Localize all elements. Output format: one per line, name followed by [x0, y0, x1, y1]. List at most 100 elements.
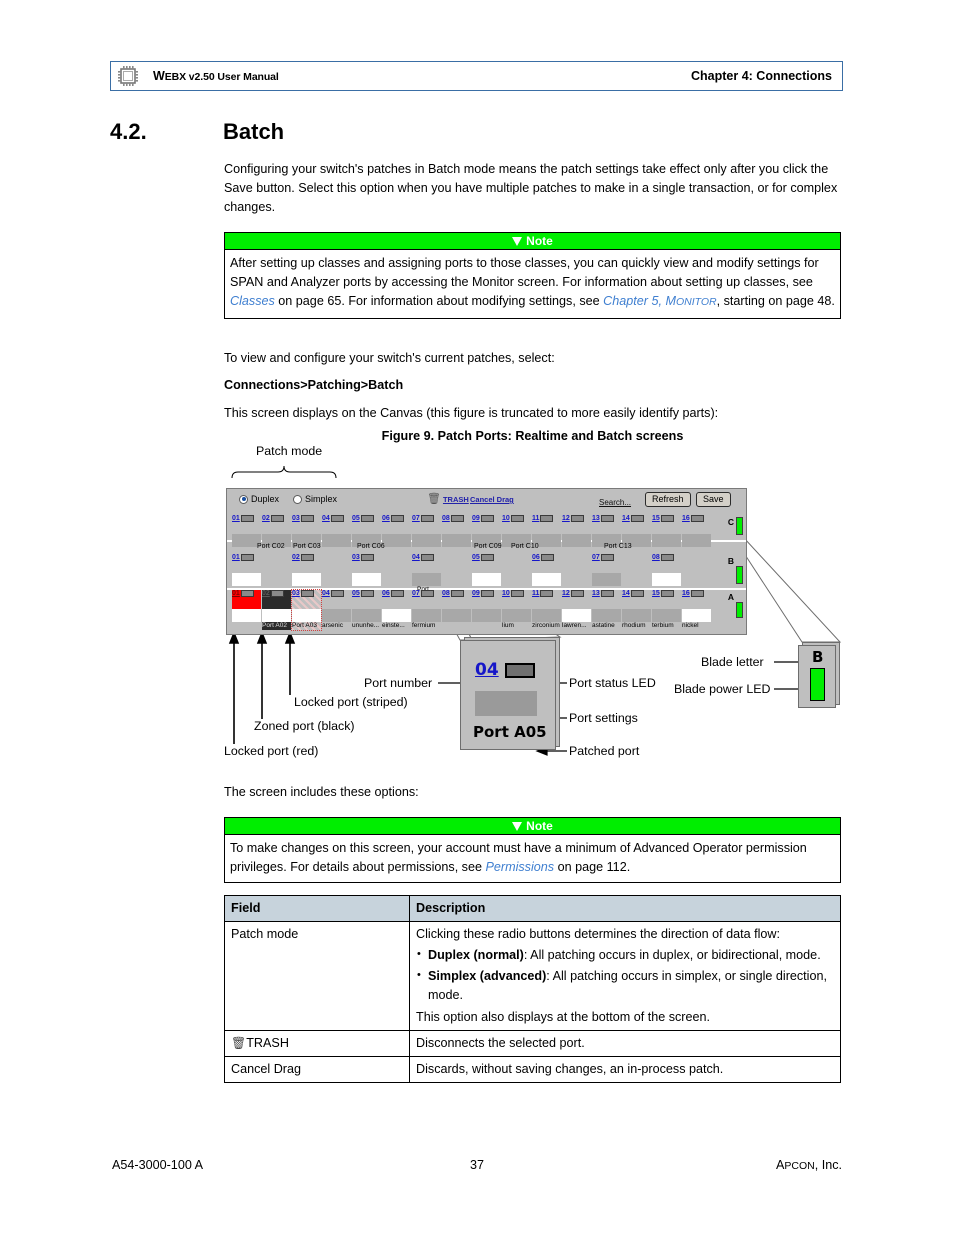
port-status-led[interactable]	[240, 515, 254, 522]
port-settings[interactable]	[592, 573, 621, 586]
classes-link[interactable]: Classes	[230, 294, 275, 308]
port-number[interactable]: 07	[412, 515, 420, 522]
port-settings[interactable]	[652, 609, 681, 622]
port-status-led[interactable]	[390, 590, 404, 597]
port-status-led[interactable]	[420, 590, 434, 597]
port-status-led[interactable]	[420, 554, 434, 561]
port-status-led[interactable]	[630, 515, 644, 522]
port-status-led[interactable]	[450, 515, 464, 522]
port-number[interactable]: 02	[262, 515, 270, 522]
port-cell[interactable]: 01	[232, 554, 261, 586]
port-settings[interactable]	[322, 609, 351, 622]
port-status-led[interactable]	[360, 515, 374, 522]
port-cell[interactable]: 12 lawren...	[562, 590, 591, 630]
port-number[interactable]: 03	[352, 554, 360, 561]
port-number[interactable]: 08	[442, 515, 450, 522]
port-cell[interactable]: 03	[352, 554, 381, 586]
port-status-led[interactable]	[540, 515, 554, 522]
port-number[interactable]: 05	[352, 590, 360, 597]
port-cell[interactable]: 15 terbium	[652, 590, 681, 630]
port-status-led[interactable]	[510, 590, 524, 597]
port-settings[interactable]	[262, 609, 291, 622]
port-cell[interactable]: 02 Port A02	[262, 590, 291, 630]
port-status-led[interactable]	[600, 590, 614, 597]
port-number[interactable]: 16	[682, 590, 690, 597]
port-status-led[interactable]	[480, 515, 494, 522]
cancel-drag-link[interactable]: Cancel Drag	[470, 495, 514, 504]
port-number[interactable]: 11	[532, 590, 539, 597]
port-settings[interactable]	[352, 573, 381, 586]
port-number[interactable]: 07	[592, 554, 600, 561]
port-cell[interactable]: 03 Port A03	[291, 589, 322, 631]
port-status-led[interactable]	[270, 515, 284, 522]
port-settings[interactable]	[382, 609, 411, 622]
port-cell[interactable]: 10 lium	[502, 590, 531, 630]
trash-tool[interactable]: 🗑 TRASH	[427, 494, 469, 505]
port-settings[interactable]	[532, 573, 561, 586]
port-cell[interactable]: 08	[442, 590, 471, 622]
port-cell[interactable]: 04	[412, 554, 441, 586]
duplex-radio[interactable]	[239, 494, 248, 504]
port-number[interactable]: 04	[322, 515, 330, 522]
simplex-radio[interactable]	[293, 494, 303, 504]
port-cell[interactable]: 14 rhodium	[622, 590, 651, 630]
port-status-led[interactable]	[660, 515, 674, 522]
port-number[interactable]: 12	[562, 590, 570, 597]
port-status-led[interactable]	[450, 590, 464, 597]
port-status-led[interactable]	[360, 554, 374, 561]
port-number[interactable]: 05	[472, 554, 480, 561]
port-cell[interactable]: 05 ununhe...	[352, 590, 381, 630]
chapter5-monitor-link[interactable]: Chapter 5, MONITOR	[603, 294, 716, 308]
port-status-led[interactable]	[270, 590, 284, 597]
port-status-led[interactable]	[660, 554, 674, 561]
port-settings[interactable]	[562, 609, 591, 622]
port-number[interactable]: 01	[232, 590, 240, 597]
port-settings[interactable]	[472, 573, 501, 586]
port-settings[interactable]	[502, 609, 531, 622]
port-number[interactable]: 01	[232, 554, 240, 561]
port-status-led[interactable]	[690, 515, 704, 522]
search-link[interactable]: Search...	[599, 498, 631, 507]
port-number[interactable]: 11	[532, 515, 539, 522]
port-number[interactable]: 13	[592, 590, 600, 597]
port-status-led[interactable]	[570, 590, 584, 597]
port-settings[interactable]	[352, 609, 381, 622]
port-cell[interactable]: 16 nickel	[682, 590, 711, 630]
port-status-led[interactable]	[330, 590, 344, 597]
save-button[interactable]: Save	[696, 492, 731, 507]
port-settings[interactable]	[622, 609, 651, 622]
port-status-led[interactable]	[540, 590, 554, 597]
port-cell[interactable]: 08	[652, 554, 681, 586]
port-number[interactable]: 05	[352, 515, 360, 522]
port-number[interactable]: 03	[292, 590, 300, 597]
port-settings[interactable]	[232, 609, 261, 622]
port-status-led[interactable]	[300, 554, 314, 561]
port-status-led[interactable]	[390, 515, 404, 522]
port-number[interactable]: 06	[532, 554, 540, 561]
port-status-led[interactable]	[630, 590, 644, 597]
port-number[interactable]: 15	[652, 590, 660, 597]
port-status-led[interactable]	[600, 554, 614, 561]
port-status-led[interactable]	[300, 515, 314, 522]
port-number[interactable]: 06	[382, 515, 390, 522]
permissions-link[interactable]: Permissions	[486, 860, 555, 874]
port-status-led[interactable]	[300, 590, 314, 597]
port-number[interactable]: 10	[502, 515, 510, 522]
port-cell[interactable]: 13 astatine	[592, 590, 621, 630]
port-status-led[interactable]	[570, 515, 584, 522]
port-status-led[interactable]	[690, 590, 704, 597]
port-status-led[interactable]	[420, 515, 434, 522]
port-settings[interactable]	[292, 573, 321, 586]
port-settings[interactable]	[532, 609, 561, 622]
port-settings[interactable]	[412, 609, 441, 622]
port-status-led[interactable]	[330, 515, 344, 522]
port-number[interactable]: 02	[292, 554, 300, 561]
port-cell[interactable]: 02	[292, 554, 321, 586]
port-cell[interactable]: 06 einste...	[382, 590, 411, 630]
port-cell[interactable]: 05	[472, 554, 501, 586]
port-settings[interactable]	[442, 609, 471, 622]
port-number[interactable]: 08	[442, 590, 450, 597]
port-settings[interactable]	[232, 573, 261, 586]
port-settings[interactable]	[412, 573, 441, 586]
port-status-led[interactable]	[240, 590, 254, 597]
